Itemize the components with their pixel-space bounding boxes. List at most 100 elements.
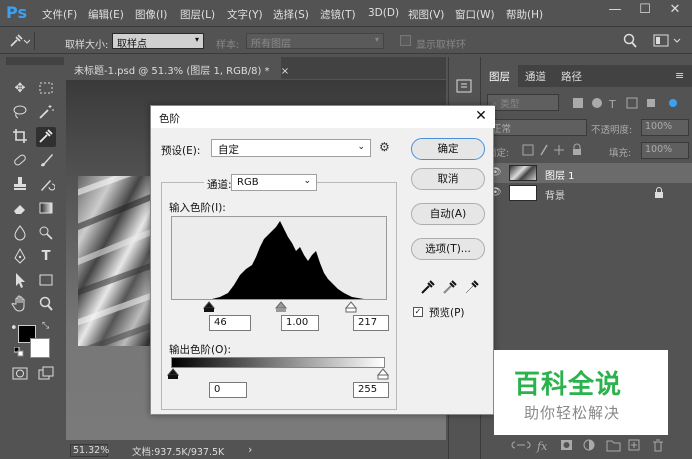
menu-help[interactable]: 帮助(H) (506, 7, 543, 22)
kind-filter-select[interactable]: ⌕ 类型 (487, 94, 559, 111)
menu-view[interactable]: 视图(V) (408, 7, 444, 22)
workspace-icon (653, 34, 681, 47)
tab-paths[interactable]: 路径 (553, 65, 590, 87)
auto-button[interactable]: 自动(A) (411, 203, 485, 225)
menu-edit[interactable]: 编辑(E) (88, 7, 124, 22)
preview-checkbox[interactable]: ✓ (413, 307, 423, 317)
type-tool-icon[interactable]: T (36, 247, 56, 267)
menu-window[interactable]: 窗口(W) (455, 7, 495, 22)
sample-select[interactable]: 所有图层 ▾ (246, 33, 384, 50)
hand-tool-icon[interactable] (10, 295, 30, 315)
lock-icons[interactable] (521, 143, 601, 157)
minimize-button[interactable]: — (600, 0, 630, 22)
history-brush-tool-icon[interactable] (36, 175, 56, 195)
channel-select[interactable]: RGB ⌄ (231, 174, 317, 191)
toolbar-grip[interactable] (6, 57, 64, 65)
options-button[interactable]: 选项(T)... (411, 238, 485, 260)
rectangle-tool-icon[interactable] (36, 271, 56, 291)
move-tool-icon[interactable]: ✥ (10, 79, 30, 99)
fill-label: 填充: (609, 148, 632, 159)
layer-thumbnail (509, 165, 537, 181)
layer-row[interactable]: 👁 图层 1 (481, 163, 692, 183)
eyedropper-tool-icon[interactable] (36, 127, 56, 147)
input-white-slider[interactable] (344, 301, 358, 309)
background-color-swatch[interactable] (30, 338, 50, 358)
ok-button[interactable]: 确定 (411, 138, 485, 160)
zoom-level-field[interactable]: 51.32% (70, 444, 109, 457)
sample-size-value: 取样点 (117, 39, 147, 50)
input-sliders[interactable] (171, 301, 387, 313)
quick-mask-icon[interactable] (10, 365, 30, 385)
sample-label: 样本: (216, 40, 240, 51)
preset-options-gear-icon[interactable]: ⚙ (379, 140, 397, 156)
sample-size-select[interactable]: 取样点 ▾ (112, 33, 204, 50)
blur-tool-icon[interactable] (10, 223, 30, 243)
menu-type[interactable]: 文字(Y) (227, 7, 263, 22)
eraser-tool-icon[interactable] (10, 199, 30, 219)
tab-channels[interactable]: 通道 (517, 65, 554, 87)
channel-value: RGB (237, 177, 259, 188)
swap-colors-icon[interactable]: ⤡ (42, 321, 52, 331)
maximize-button[interactable]: ☐ (630, 0, 660, 22)
white-point-eyedropper-icon[interactable] (463, 278, 481, 296)
cancel-button[interactable]: 取消 (411, 168, 485, 190)
brush-tool-icon[interactable] (36, 151, 56, 171)
healing-brush-tool-icon[interactable] (10, 151, 30, 171)
gradient-tool-icon[interactable] (36, 199, 56, 219)
lasso-tool-icon[interactable] (10, 103, 30, 123)
layer-row[interactable]: 👁 背景 (481, 183, 692, 203)
search-icon[interactable] (622, 33, 638, 49)
dodge-tool-icon[interactable] (36, 223, 56, 243)
blend-mode-select[interactable]: 正常 (487, 119, 587, 136)
menu-layer[interactable]: 图层(L) (180, 7, 215, 22)
input-gamma-field[interactable]: 1.00 (281, 315, 319, 331)
close-tab-icon[interactable]: × (281, 66, 289, 77)
gray-point-eyedropper-icon[interactable] (441, 278, 459, 296)
dialog-title: 色阶 (159, 113, 180, 125)
input-gamma-slider[interactable] (274, 301, 288, 309)
menu-filter[interactable]: 滤镜(T) (320, 7, 356, 22)
show-ring-checkbox[interactable] (400, 35, 411, 46)
document-tab[interactable]: 未标题-1.psd @ 51.3% (图层 1, RGB/8) * × (66, 57, 289, 79)
output-sliders[interactable] (166, 368, 390, 380)
close-window-button[interactable]: ✕ (660, 0, 690, 22)
status-menu-arrow[interactable]: › (248, 443, 252, 456)
path-selection-tool-icon[interactable] (10, 271, 30, 291)
tab-layers[interactable]: 图层 (481, 65, 518, 87)
menu-select[interactable]: 选择(S) (273, 7, 309, 22)
pen-tool-icon[interactable] (10, 247, 30, 267)
watermark: 百科全说 助你轻松解决 (494, 350, 668, 435)
crop-tool-icon[interactable] (10, 127, 30, 147)
history-panel-icon[interactable] (455, 77, 473, 95)
dialog-close-button[interactable]: ✕ (473, 108, 489, 124)
document-tab-bar: 未标题-1.psd @ 51.3% (图层 1, RGB/8) * × (66, 57, 446, 79)
output-white-slider[interactable] (376, 368, 390, 376)
menu-image[interactable]: 图像(I) (135, 7, 167, 22)
layer-name: 背景 (545, 191, 565, 202)
black-point-eyedropper-icon[interactable] (419, 278, 437, 296)
preset-select[interactable]: 自定 ⌄ (211, 139, 371, 157)
layer-filter-icons[interactable]: T (571, 95, 683, 111)
chevron-down-icon: ▾ (374, 35, 379, 44)
marquee-tool-icon[interactable] (36, 79, 56, 99)
menu-file[interactable]: 文件(F) (42, 7, 77, 22)
menu-3d[interactable]: 3D(D) (368, 7, 399, 19)
default-colors-icon[interactable] (13, 346, 24, 357)
panel-menu-icon[interactable]: ≡ (675, 69, 684, 82)
clone-stamp-tool-icon[interactable] (10, 175, 30, 195)
output-black-slider[interactable] (166, 368, 180, 376)
workspace-switcher[interactable] (652, 33, 688, 49)
opacity-field[interactable]: 100% (641, 119, 689, 136)
input-black-field[interactable]: 46 (209, 315, 251, 331)
layer-actions-bar[interactable]: fx (511, 437, 691, 453)
output-white-field[interactable]: 255 (353, 382, 389, 398)
output-black-field[interactable]: 0 (209, 382, 247, 398)
input-black-slider[interactable] (202, 301, 216, 309)
zoom-tool-icon[interactable] (36, 295, 56, 315)
input-white-field[interactable]: 217 (353, 315, 389, 331)
screen-mode-icon[interactable] (36, 365, 56, 385)
eyedropper-tool-preset[interactable] (8, 33, 31, 49)
dialog-titlebar[interactable]: 色阶 ✕ (151, 106, 495, 128)
fill-field[interactable]: 100% (641, 142, 689, 159)
magic-wand-tool-icon[interactable] (36, 103, 56, 123)
